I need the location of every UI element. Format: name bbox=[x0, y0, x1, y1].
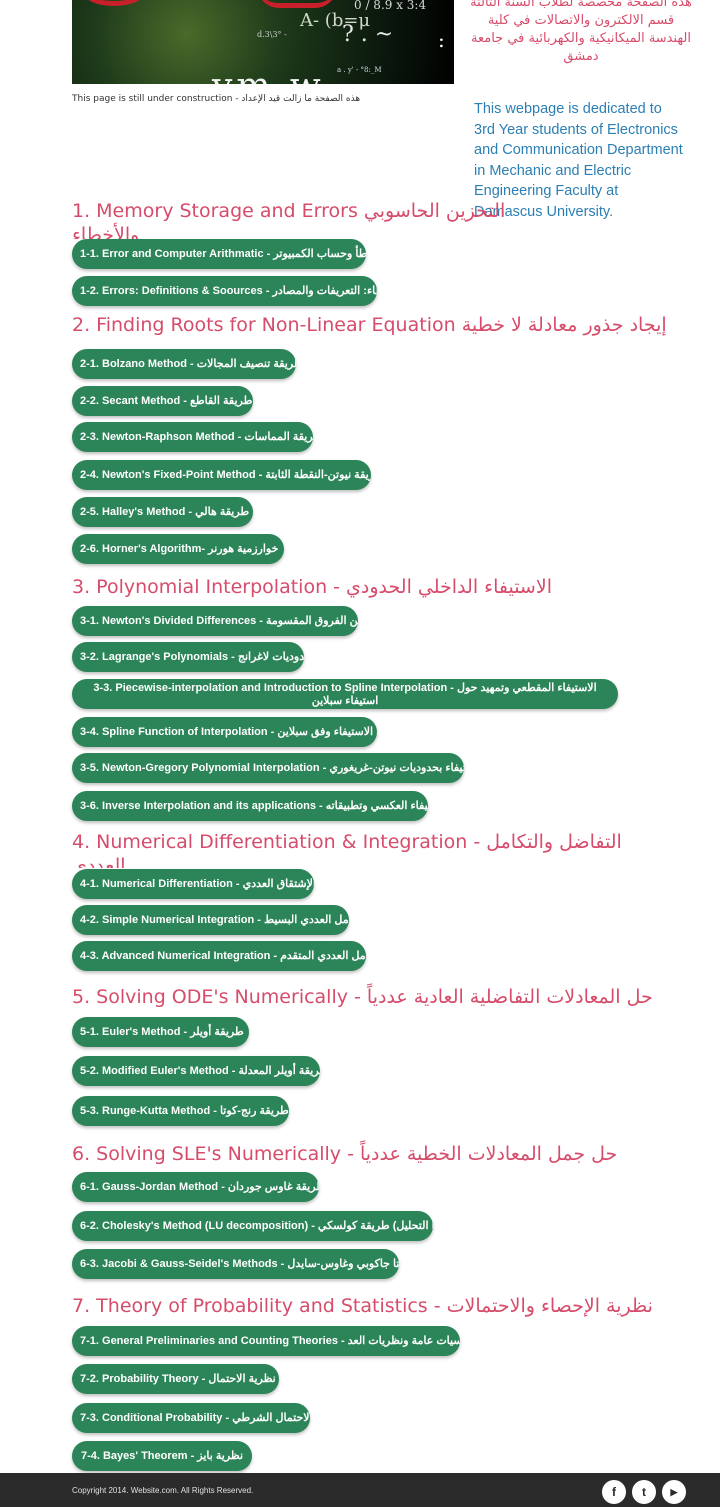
lesson-button[interactable]: 4-1. Numerical Differentiation - الإشتقا… bbox=[72, 869, 314, 899]
lesson-button[interactable]: 2-6. Horner's Algorithm- خوارزمية هورنر bbox=[72, 534, 284, 564]
lesson-button[interactable]: 6-1. Gauss-Jordan Method - طريقة غاوس جو… bbox=[72, 1172, 319, 1202]
lesson-button[interactable]: 3-2. Lagrange's Polynomials - حدوديات لا… bbox=[72, 642, 304, 672]
lesson-button[interactable]: 4-3. Advanced Numerical Integration - ال… bbox=[72, 941, 366, 971]
section-title-finding-roots: 2. Finding Roots for Non-Linear Equation… bbox=[72, 314, 667, 336]
copyright-text: Copyright 2014. Website.com. All Rights … bbox=[72, 1486, 254, 1495]
youtube-icon[interactable]: ▶ bbox=[662, 1480, 686, 1504]
lesson-button[interactable]: 6-3. Jacobi & Gauss-Seidel's Methods - ط… bbox=[72, 1249, 399, 1279]
facebook-icon[interactable]: f bbox=[602, 1480, 626, 1504]
lesson-button[interactable]: 3-3. Piecewise-interpolation and Introdu… bbox=[72, 679, 618, 709]
lesson-button[interactable]: 1-2. Errors: Definitions & Soources - ال… bbox=[72, 276, 377, 306]
lesson-button[interactable]: 2-5. Halley's Method - طريقة هالي bbox=[72, 497, 253, 527]
construction-notice: This page is still under construction - … bbox=[72, 94, 361, 104]
lesson-button[interactable]: 6-2. Cholesky's Method (LU decomposition… bbox=[72, 1211, 433, 1241]
banner-glyph: a . y' - °8:_M bbox=[337, 66, 382, 74]
lesson-button[interactable]: 3-6. Inverse Interpolation and its appli… bbox=[72, 791, 428, 821]
section-title-probability-statistics: 7. Theory of Probability and Statistics … bbox=[72, 1295, 653, 1317]
lesson-button[interactable]: 5-2. Modified Euler's Method - طريقة أوي… bbox=[72, 1056, 320, 1086]
arabic-dedication-text: هذه الصفحة مخصصة لطلاب السنة الثالثة قسم… bbox=[470, 0, 692, 64]
lesson-button[interactable]: 5-1. Euler's Method - طريقة أويلر bbox=[72, 1017, 249, 1047]
banner-glyph: d.3\3° - bbox=[257, 30, 287, 39]
section-title-memory-storage: 1. Memory Storage and Errors التخزين الح… bbox=[72, 200, 506, 239]
lesson-button[interactable]: 7-1. General Preliminaries and Counting … bbox=[72, 1326, 460, 1356]
section-title-polynomial-interpolation: 3. Polynomial Interpolation - الاستيفاء … bbox=[72, 576, 552, 598]
lesson-button[interactable]: 3-5. Newton-Gregory Polynomial Interpola… bbox=[72, 753, 464, 783]
banner-glyph: ? . ~ bbox=[342, 22, 394, 47]
lesson-button[interactable]: 1-1. Error and Computer Arithmatic - الخ… bbox=[72, 239, 366, 269]
banner-glyph: : bbox=[438, 28, 445, 52]
site-footer: Copyright 2014. Website.com. All Rights … bbox=[0, 1473, 720, 1507]
twitter-icon[interactable]: t bbox=[632, 1480, 656, 1504]
lesson-button[interactable]: 4-2. Simple Numerical Integration - التك… bbox=[72, 905, 349, 935]
section-title-solving-odes: 5. Solving ODE's Numerically - حل المعاد… bbox=[72, 986, 653, 1008]
banner-red-stroke bbox=[84, 0, 144, 6]
section-title-differentiation-integration: 4. Numerical Differentiation & Integrati… bbox=[72, 831, 622, 868]
lesson-button[interactable]: 7-2. Probability Theory - نظرية الاحتمال bbox=[72, 1364, 279, 1394]
lesson-button[interactable]: 7-4. Bayes' Theorem - نظرية بايز bbox=[72, 1441, 252, 1471]
lesson-button[interactable]: 2-3. Newton-Raphson Method - طريقة المما… bbox=[72, 422, 313, 452]
banner-glyph: vm w bbox=[212, 66, 325, 84]
banner-red-stroke bbox=[257, 0, 337, 8]
section-title-solving-sles: 6. Solving SLE's Numerically - حل جمل ال… bbox=[72, 1143, 618, 1165]
lesson-button[interactable]: 2-4. Newton's Fixed-Point Method - طريقة… bbox=[72, 460, 371, 490]
header-banner-image: 0 / 8.9 x 3:4 A- (b=μ d.3\3° - ? . ~ : v… bbox=[72, 0, 454, 84]
lesson-button[interactable]: 5-3. Runge-Kutta Method - طريقة رنج-كوتا bbox=[72, 1096, 289, 1126]
lesson-button[interactable]: 7-3. Conditional Probability - الاحتمال … bbox=[72, 1403, 310, 1433]
lesson-button[interactable]: 3-4. Spline Function of Interpolation - … bbox=[72, 717, 377, 747]
lesson-button[interactable]: 2-2. Secant Method - طريقة القاطع bbox=[72, 386, 253, 416]
lesson-button[interactable]: 3-1. Newton's Divided Differences - نيوت… bbox=[72, 606, 358, 636]
lesson-button[interactable]: 2-1. Bolzano Method - طريقة تنصيف المجال… bbox=[72, 349, 296, 379]
